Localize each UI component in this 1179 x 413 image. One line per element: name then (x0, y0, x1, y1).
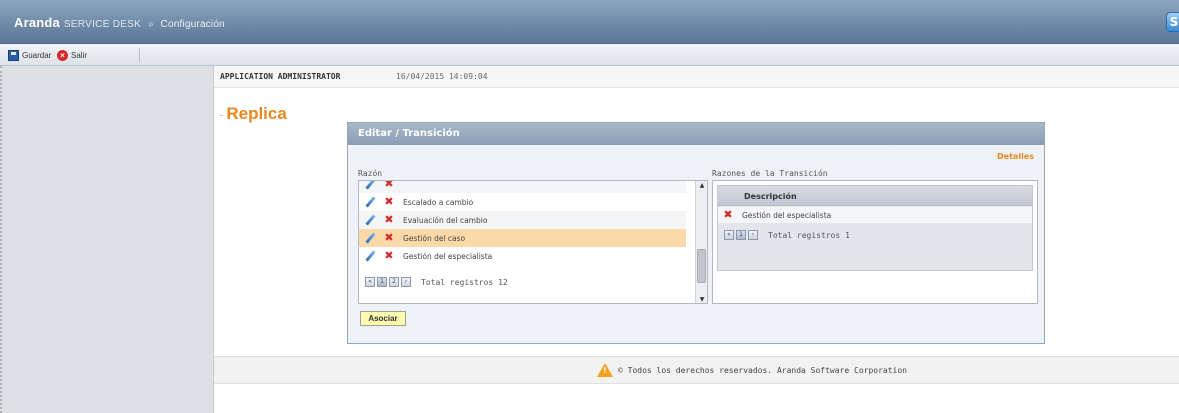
delete-icon[interactable]: ✖ (383, 232, 395, 244)
list-item-selected[interactable]: ✖ Gestión del caso (359, 229, 686, 247)
transition-reasons-label: Razones de la Transición (712, 169, 828, 178)
total-records: Total registros 1 (768, 230, 850, 240)
edit-icon[interactable] (365, 251, 375, 261)
breadcrumb-separator: » (147, 19, 154, 30)
footer: © Todos los derechos reservados. Aranda … (214, 356, 1179, 384)
list-item[interactable]: ✖ (359, 181, 686, 193)
product-name: SERVICE DESK (63, 19, 142, 30)
reason-text: Escalado a cambio (403, 197, 474, 207)
edit-icon[interactable] (365, 233, 375, 243)
warning-icon (597, 363, 613, 377)
total-records: Total registros 12 (421, 277, 508, 287)
left-panel (0, 66, 214, 413)
page-title: - Replica (219, 104, 287, 124)
column-header-description: Descripción (718, 186, 1032, 206)
edit-icon[interactable] (365, 181, 375, 189)
app-icon[interactable]: S (1166, 12, 1179, 32)
transition-pager: « 1 › Total registros 1 (724, 230, 850, 240)
reason-text: Gestión del caso (403, 233, 466, 243)
next-page-button[interactable]: › (401, 277, 411, 287)
edit-icon[interactable] (365, 215, 375, 225)
scroll-down-icon[interactable]: ▼ (696, 295, 707, 303)
delete-icon[interactable]: ✖ (383, 250, 395, 262)
transition-text: Gestión del especialista (742, 210, 832, 220)
user-name: APPLICATION ADMINISTRATOR (220, 72, 341, 81)
reason-pager: « 1 2 › Total registros 12 (365, 277, 508, 287)
first-page-button[interactable]: « (724, 230, 734, 240)
delete-icon[interactable]: ✖ (383, 181, 395, 190)
panel-header: Editar / Transición (348, 123, 1044, 145)
breadcrumb-section: Configuración (160, 19, 225, 30)
exit-button[interactable]: × Salir (57, 48, 87, 62)
next-page-button[interactable]: › (748, 230, 758, 240)
user-datetime: 16/04/2015 14:09:04 (396, 72, 488, 81)
reason-label: Razón (358, 169, 383, 178)
save-button[interactable]: Guardar (8, 48, 51, 62)
user-bar: APPLICATION ADMINISTRATOR 16/04/2015 14:… (214, 66, 1179, 88)
transition-reasons-box: Descripción ✖ Gestión del especialista «… (712, 180, 1038, 304)
list-item[interactable]: ✖ Gestión del especialista (359, 247, 686, 265)
delete-icon[interactable]: ✖ (383, 214, 395, 226)
reason-text: Evaluación del cambio (403, 215, 488, 225)
save-label: Guardar (22, 50, 52, 60)
title-bar: Aranda SERVICE DESK » Configuración S (0, 0, 1179, 44)
brand-name: Aranda (14, 15, 60, 30)
transition-table: Descripción ✖ Gestión del especialista «… (717, 185, 1033, 271)
copyright-text: © Todos los derechos reservados. Aranda … (618, 366, 907, 375)
page-button[interactable]: 1 (736, 230, 746, 240)
toolbar: Guardar × Salir (0, 44, 1179, 66)
scrollbar[interactable]: ▲ ▼ (695, 181, 707, 303)
list-item[interactable]: ✖ Evaluación del cambio (359, 211, 686, 229)
scroll-thumb[interactable] (697, 249, 706, 283)
list-item[interactable]: ✖ Escalado a cambio (359, 193, 686, 211)
associate-button[interactable]: Asociar (360, 311, 406, 326)
scroll-up-icon[interactable]: ▲ (696, 181, 707, 191)
toolbar-divider (139, 48, 140, 62)
delete-icon[interactable]: ✖ (722, 209, 734, 221)
delete-icon[interactable]: ✖ (383, 196, 395, 208)
table-row[interactable]: ✖ Gestión del especialista (718, 207, 1032, 223)
details-link[interactable]: Detalles (997, 152, 1034, 161)
exit-icon: × (57, 49, 68, 61)
app-brand: Aranda SERVICE DESK » Configuración (14, 15, 225, 30)
save-icon (8, 49, 19, 61)
page-title-text: Replica (226, 104, 287, 123)
title-bullet: - (219, 107, 224, 122)
exit-label: Salir (71, 50, 88, 60)
edit-icon[interactable] (365, 197, 375, 207)
first-page-button[interactable]: « (365, 277, 375, 287)
page-button[interactable]: 1 (377, 277, 387, 287)
page-button[interactable]: 2 (389, 277, 399, 287)
reason-list[interactable]: ✖ ✖ Escalado a cambio ✖ Evaluación del c… (358, 180, 708, 304)
edit-transition-panel: Editar / Transición Detalles Razón Razon… (347, 122, 1045, 344)
reason-text: Gestión del especialista (403, 251, 493, 261)
